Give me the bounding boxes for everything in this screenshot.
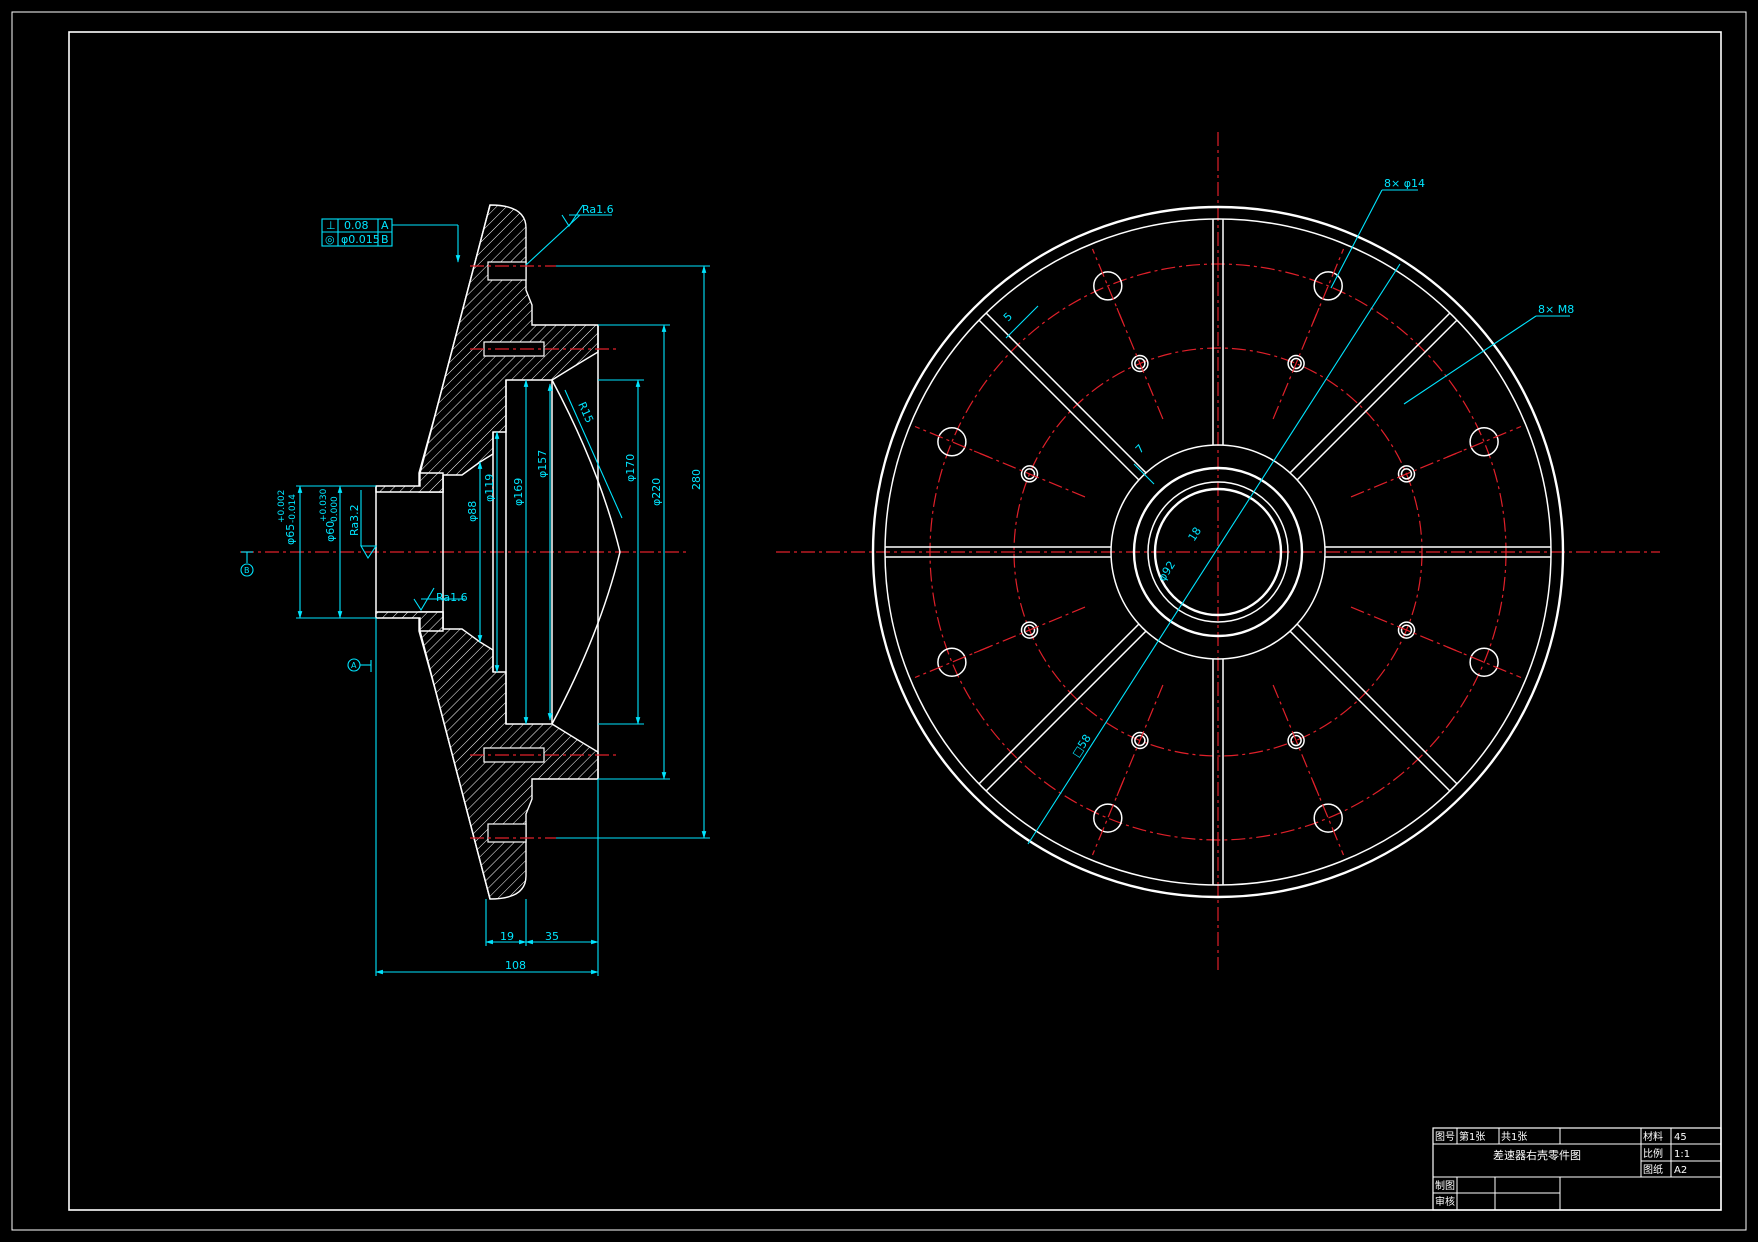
hole-thread-center xyxy=(973,450,1086,498)
callout-holes-thread: 8× M8 xyxy=(1538,303,1574,316)
dim-119: φ119 xyxy=(483,474,496,502)
tb-title: 差速器右壳零件图 xyxy=(1493,1148,1581,1162)
callout-rib: 5 xyxy=(1001,310,1015,324)
tb-sheet-label: 第1张 xyxy=(1459,1130,1485,1143)
hole-thread-center xyxy=(1116,307,1164,420)
roughness-bore: Ra3.2 xyxy=(348,504,361,536)
tb-material-label: 材料 xyxy=(1643,1130,1663,1143)
tb-drawing-no-label: 图号 xyxy=(1435,1131,1455,1143)
dim-108: 108 xyxy=(505,959,526,972)
dim-157: φ157 xyxy=(536,450,549,478)
title-block: 图号 第1张 共1张 差速器右壳零件图 材料 45 比例 1:1 图纸 A2 制… xyxy=(1432,1127,1722,1211)
tb-material-value: 45 xyxy=(1674,1132,1687,1143)
tol-row2-symbol: ◎ xyxy=(325,233,335,246)
callout-key3: □58 xyxy=(1070,732,1094,760)
rib-edge xyxy=(978,623,1140,785)
hole-large-center xyxy=(914,646,990,679)
tb-check-label: 审核 xyxy=(1435,1195,1455,1208)
tol-row2-value: φ0.015 xyxy=(341,233,380,246)
drawing-canvas: 280 φ220 φ170 φ157 φ169 φ119 φ88 R15 φ60… xyxy=(11,11,1747,1231)
dim-60-tol-lo: 0.000 xyxy=(330,496,340,522)
hole-large xyxy=(1093,803,1123,833)
hole-large-center xyxy=(1312,780,1345,856)
datum-a: A xyxy=(351,661,357,670)
dim-65-tol-up: +0.002 xyxy=(277,490,287,523)
roughness-middle: Ra1.6 xyxy=(436,591,468,604)
tb-total-label: 共1张 xyxy=(1501,1131,1527,1143)
hole-thread-center xyxy=(1272,307,1320,420)
hole-large-center xyxy=(1091,780,1124,856)
hole-thread-center xyxy=(1272,684,1320,797)
dim-169: φ169 xyxy=(512,478,525,506)
dim-88: φ88 xyxy=(466,501,479,522)
tolerance-frame: ⊥ 0.08 A ◎ φ0.015 B xyxy=(321,218,461,263)
callout-slot: 7 xyxy=(1133,442,1147,456)
hole-large xyxy=(1313,803,1343,833)
dim-60-tol-up: +0.030 xyxy=(319,488,329,522)
callout-key1: 18 xyxy=(1186,525,1205,544)
tb-scale-value: 1:1 xyxy=(1674,1149,1690,1160)
rib-edge xyxy=(1296,319,1458,481)
tb-scale-label: 比例 xyxy=(1643,1147,1663,1160)
dim-280: 280 xyxy=(690,469,703,490)
hole-large xyxy=(937,427,967,457)
hole-large-center xyxy=(914,425,990,458)
tol-row1-datum: A xyxy=(381,219,389,232)
datum-b: B xyxy=(244,566,250,575)
rib-edge xyxy=(978,319,1140,481)
tol-row1-symbol: ⊥ xyxy=(326,219,336,232)
callout-key2: φ92 xyxy=(1156,559,1178,584)
hole-large xyxy=(937,647,967,677)
roughness-top: Ra1.6 xyxy=(582,203,614,216)
section-view: 280 φ220 φ170 φ157 φ169 φ119 φ88 R15 φ60… xyxy=(240,203,710,976)
end-view: 8× φ14 8× M8 5 7 18 φ92 □58 xyxy=(776,132,1660,970)
hole-thread-center xyxy=(973,606,1086,654)
dim-170: φ170 xyxy=(624,454,637,482)
dim-220: φ220 xyxy=(650,478,663,506)
dim-65: φ65 xyxy=(284,524,297,545)
rib-edge xyxy=(985,312,1147,474)
dim-19: 19 xyxy=(500,930,514,943)
dim-65-tol-lo: -0.014 xyxy=(288,494,298,523)
tol-row1-value: 0.08 xyxy=(344,219,369,232)
tb-paper-value: A2 xyxy=(1674,1165,1687,1176)
hole-thread-center xyxy=(1116,684,1164,797)
rib-edge xyxy=(1296,623,1458,785)
rib-edge xyxy=(1289,312,1451,474)
dim-60: φ60 xyxy=(324,521,337,542)
tb-drawn-label: 制图 xyxy=(1435,1179,1455,1192)
hole-thread-center xyxy=(1350,606,1463,654)
rib-edge xyxy=(1289,630,1451,792)
tb-paper-label: 图纸 xyxy=(1643,1163,1663,1176)
datum-markers: B A xyxy=(240,551,372,672)
tol-row2-datum: B xyxy=(381,233,389,246)
rib-edge xyxy=(985,630,1147,792)
inner-frame xyxy=(68,31,1722,1211)
dim-35: 35 xyxy=(545,930,559,943)
callout-holes-big: 8× φ14 xyxy=(1384,177,1425,190)
hole-thread-center xyxy=(1350,450,1463,498)
